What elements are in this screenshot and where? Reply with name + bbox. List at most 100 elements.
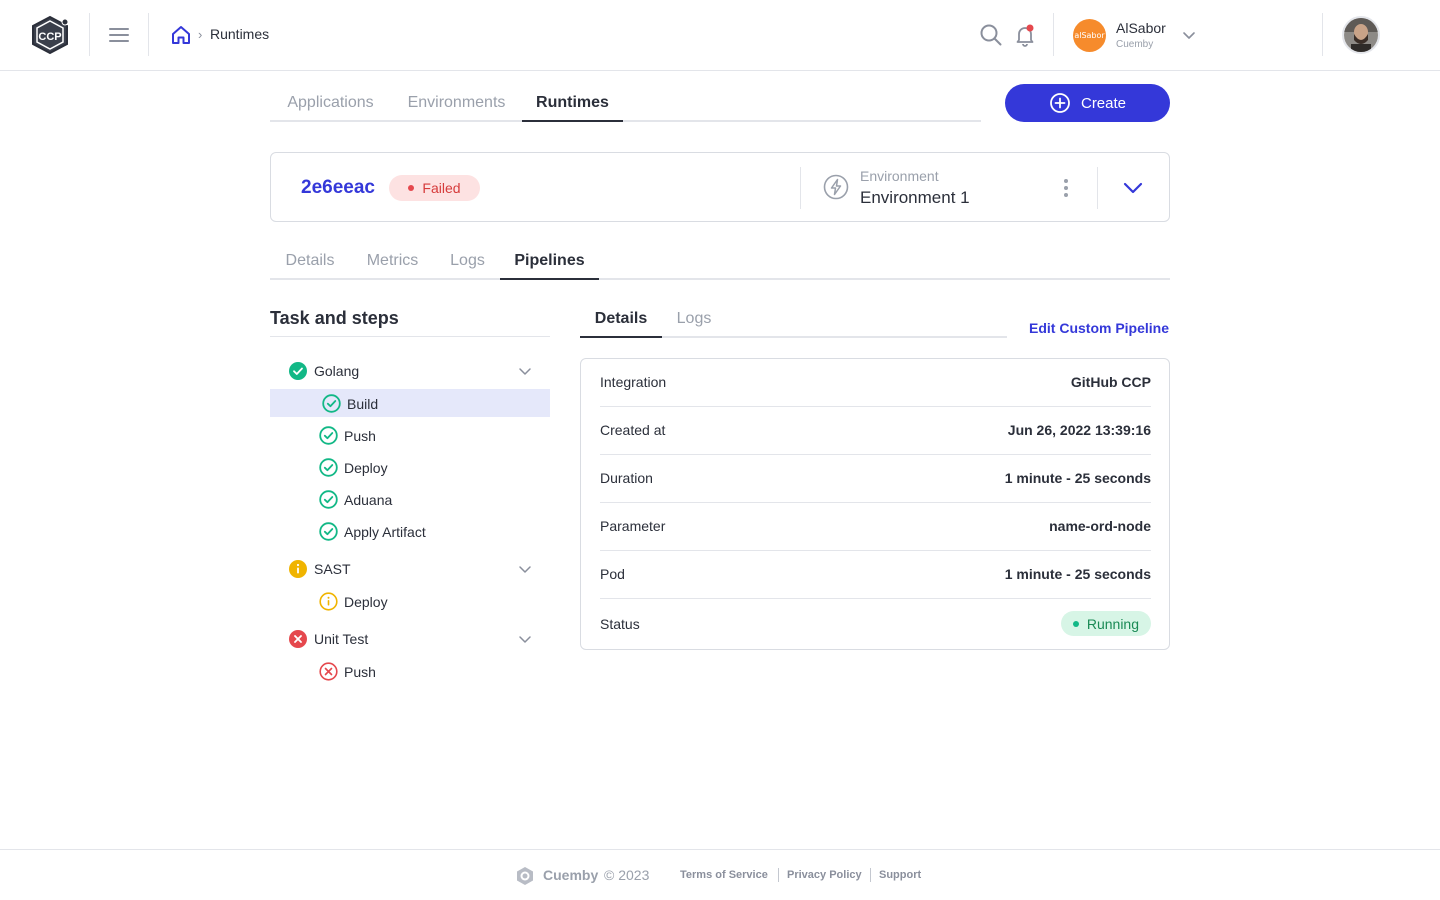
check-circle-outline-icon (319, 490, 338, 509)
step-push[interactable]: Push (270, 657, 550, 685)
cuemby-logo-icon (514, 865, 536, 887)
step-aduana[interactable]: Aduana (270, 485, 550, 513)
runtime-id[interactable]: 2e6eeac (301, 177, 375, 199)
detail-value: 1 minute - 25 seconds (1004, 566, 1151, 582)
check-circle-outline-icon (319, 458, 338, 477)
detail-tabs: Details Logs (580, 300, 1007, 338)
divider (148, 13, 149, 56)
step-deploy[interactable]: Deploy (270, 587, 550, 615)
info-circle-icon (289, 560, 307, 578)
environment-label: Environment (860, 168, 939, 184)
ccp-logo[interactable]: CCP (28, 15, 72, 55)
detail-key: Pod (600, 566, 625, 582)
detail-value: Jun 26, 2022 13:39:16 (1007, 422, 1151, 438)
environment-value: Environment 1 (860, 188, 970, 207)
footer-copyright: © 2023 (604, 867, 650, 883)
task-group-golang[interactable]: Golang (270, 357, 550, 385)
error-circle-outline-icon (319, 662, 338, 681)
status-dot (408, 185, 415, 191)
divider (1322, 13, 1323, 56)
status-badge-running: Running (1060, 611, 1151, 636)
chevron-down-icon[interactable] (517, 561, 533, 577)
task-group-unit-test[interactable]: Unit Test (270, 625, 550, 653)
org-name[interactable]: AlSabor (1116, 20, 1166, 36)
main-tabs: Applications Environments Runtimes (270, 84, 981, 122)
detail-value: name-ord-node (1049, 518, 1151, 534)
runtime-sub-tabs: Details Metrics Logs Pipelines (270, 242, 1170, 280)
terms-of-service-link[interactable]: Terms of Service (680, 869, 768, 881)
tab-metrics[interactable]: Metrics (350, 242, 435, 280)
chevron-down-icon[interactable] (1121, 176, 1145, 200)
task-group-label: SAST (314, 561, 351, 577)
detail-value: 1 minute - 25 seconds (1004, 470, 1151, 486)
detail-row-created-at: Created at Jun 26, 2022 13:39:16 (600, 407, 1151, 455)
create-button[interactable]: Create (1005, 84, 1170, 122)
divider (1097, 167, 1098, 209)
detail-key: Created at (600, 422, 666, 438)
runtime-card: 2e6eeac Failed Environment Environment 1 (270, 152, 1170, 222)
status-dot (1072, 620, 1079, 627)
privacy-policy-link[interactable]: Privacy Policy (787, 869, 862, 881)
detail-key: Parameter (600, 518, 666, 534)
divider (778, 868, 779, 882)
task-group-sast[interactable]: SAST (270, 555, 550, 583)
breadcrumb-current: Runtimes (210, 26, 270, 42)
notifications-bell-icon[interactable] (1013, 23, 1037, 47)
chevron-down-icon[interactable] (1181, 27, 1197, 43)
check-circle-outline-icon (319, 426, 338, 445)
search-icon[interactable] (979, 23, 1003, 47)
tab-environments[interactable]: Environments (391, 84, 522, 122)
status-text: Running (1086, 615, 1139, 632)
detail-value: GitHub CCP (1070, 374, 1151, 390)
detail-row-integration: Integration GitHub CCP (600, 359, 1151, 407)
tab-applications[interactable]: Applications (270, 84, 391, 122)
more-options-icon[interactable] (1058, 177, 1074, 199)
step-label: Aduana (344, 492, 393, 508)
top-header: CCP › Runtimes alSabor AlSabor Cuemby (0, 0, 1440, 71)
divider (270, 336, 550, 337)
task-group-label: Unit Test (314, 631, 369, 647)
step-build[interactable]: Build (270, 389, 550, 417)
logo-text: CCP (38, 31, 61, 43)
plus-circle-icon (1050, 93, 1070, 113)
step-label: Deploy (344, 594, 388, 610)
home-icon[interactable] (170, 24, 192, 46)
support-link[interactable]: Support (879, 869, 921, 881)
tab-logs[interactable]: Logs (435, 242, 500, 280)
status-text: Failed (422, 180, 461, 196)
step-deploy[interactable]: Deploy (270, 453, 550, 481)
status-badge-failed: Failed (389, 175, 480, 201)
breadcrumb-chevron-icon: › (198, 27, 203, 42)
tab-step-details[interactable]: Details (580, 300, 662, 338)
check-circle-icon (289, 362, 307, 380)
detail-key: Status (600, 616, 640, 632)
detail-row-duration: Duration 1 minute - 25 seconds (600, 455, 1151, 503)
divider (870, 868, 871, 882)
org-avatar[interactable]: alSabor (1073, 19, 1106, 52)
chevron-down-icon[interactable] (517, 363, 533, 379)
edit-custom-pipeline-link[interactable]: Edit Custom Pipeline (1029, 320, 1169, 336)
step-label: Build (347, 396, 379, 412)
task-group-label: Golang (314, 363, 360, 379)
step-apply-artifact[interactable]: Apply Artifact (270, 517, 550, 545)
create-button-label: Create (1080, 94, 1127, 112)
tab-runtimes[interactable]: Runtimes (522, 84, 623, 122)
tab-step-logs[interactable]: Logs (662, 300, 726, 338)
org-subtitle: Cuemby (1116, 39, 1154, 50)
detail-key: Integration (600, 374, 667, 390)
detail-row-status: Status Running (600, 599, 1151, 647)
tab-pipelines[interactable]: Pipelines (500, 242, 599, 280)
footer: Cuemby © 2023 Terms of Service Privacy P… (0, 849, 1440, 900)
task-steps-title: Task and steps (270, 308, 399, 328)
hamburger-menu-icon[interactable] (107, 24, 131, 46)
error-circle-icon (289, 630, 307, 648)
detail-row-pod: Pod 1 minute - 25 seconds (600, 551, 1151, 599)
user-avatar[interactable] (1342, 16, 1380, 54)
info-circle-outline-icon (319, 592, 338, 611)
divider (89, 13, 90, 56)
tab-details[interactable]: Details (270, 242, 350, 280)
lightning-bolt-icon (823, 174, 849, 200)
step-push[interactable]: Push (270, 421, 550, 449)
chevron-down-icon[interactable] (517, 631, 533, 647)
step-label: Push (344, 428, 376, 444)
